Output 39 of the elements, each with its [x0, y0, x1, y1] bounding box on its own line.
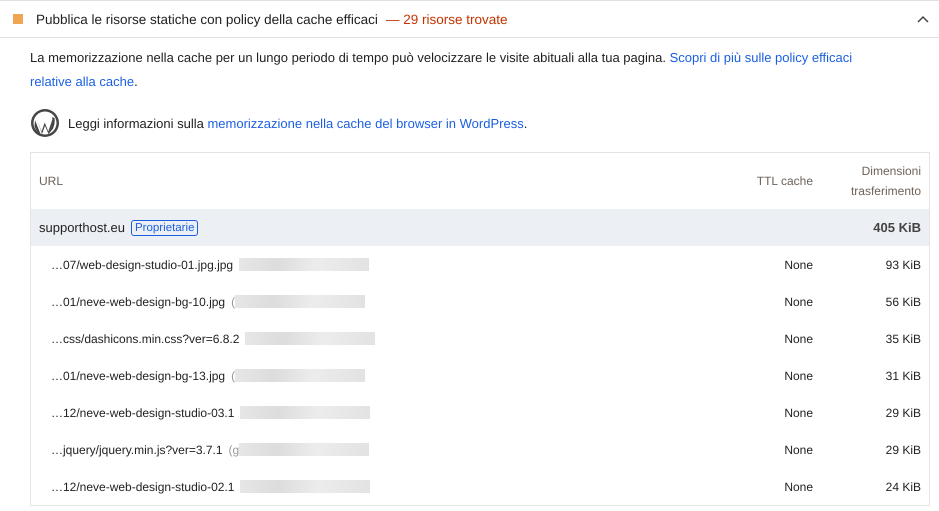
- column-header: TTL cache: [756, 174, 814, 188]
- host-text: (: [231, 368, 236, 382]
- audit-title: Pubblica le risorse statiche con policy della cache efficaci: [36, 12, 378, 26]
- domain-name: supporthost.eu: [39, 220, 126, 235]
- table-cell-text: None: [783, 258, 814, 272]
- stack-pack-note: Leggi informazioni sulla memorizzazione nella cache del browser in WordPress.: [68, 116, 528, 130]
- resource-url: …01/neve-web-design-bg-13.jpg: [51, 368, 226, 382]
- table-cell-text: None: [783, 406, 814, 420]
- audit-result-count: — 29 risorse trovate: [386, 12, 508, 26]
- table-cell-text: 24 KiB: [884, 478, 922, 496]
- table-cell-text: None: [783, 480, 814, 494]
- table-cell-text: 35 KiB: [884, 330, 922, 348]
- audit-description: La memorizzazione nella cache per un lungo periodo di tempo può velocizzare le visite abituali alla tua pagina. Scopri di più sulle policy efficaci relative alla cache.: [30, 49, 854, 91]
- resource-url: …css/dashicons.min.css?ver=6.8.2: [51, 332, 240, 346]
- table-cell-text: None: [783, 332, 814, 346]
- table-cell-text: 29 KiB: [884, 404, 922, 422]
- host-text: (g: [228, 442, 240, 456]
- resource-url: …12/neve-web-design-studio-03.1: [51, 406, 234, 420]
- column-header: URL: [38, 174, 64, 188]
- table-cell-text: 93 KiB: [884, 256, 922, 274]
- host-text: (: [231, 294, 236, 308]
- column-header: Dimensioni trasferimento: [850, 163, 922, 200]
- learn-more-link[interactable]: relative alla cache: [30, 74, 134, 89]
- table-cell-text: 31 KiB: [884, 368, 922, 384]
- group-size: 405 KiB: [872, 218, 922, 236]
- first-party-badge: Proprietarie: [131, 220, 198, 236]
- table-cell-text: None: [783, 294, 814, 308]
- table-cell-text: None: [783, 368, 814, 382]
- warning-square-icon: [13, 14, 23, 24]
- learn-more-link[interactable]: Scopri di più sulle policy efficaci: [670, 50, 852, 65]
- resource-url: …01/neve-web-design-bg-10.jpg: [51, 294, 226, 308]
- resource-url: …12/neve-web-design-studio-02.1: [51, 480, 234, 494]
- wordpress-cache-link[interactable]: memorizzazione nella cache del browser in WordPress: [207, 116, 524, 130]
- wordpress-logo-icon: [30, 108, 60, 138]
- table-cell-text: 29 KiB: [884, 442, 922, 458]
- table-cell-text: None: [783, 442, 814, 456]
- table-cell-text: 56 KiB: [884, 294, 922, 310]
- resource-url: …jquery/jquery.min.js?ver=3.7.1: [51, 442, 223, 456]
- resource-url: …07/web-design-studio-01.jpg.jpg: [51, 258, 234, 272]
